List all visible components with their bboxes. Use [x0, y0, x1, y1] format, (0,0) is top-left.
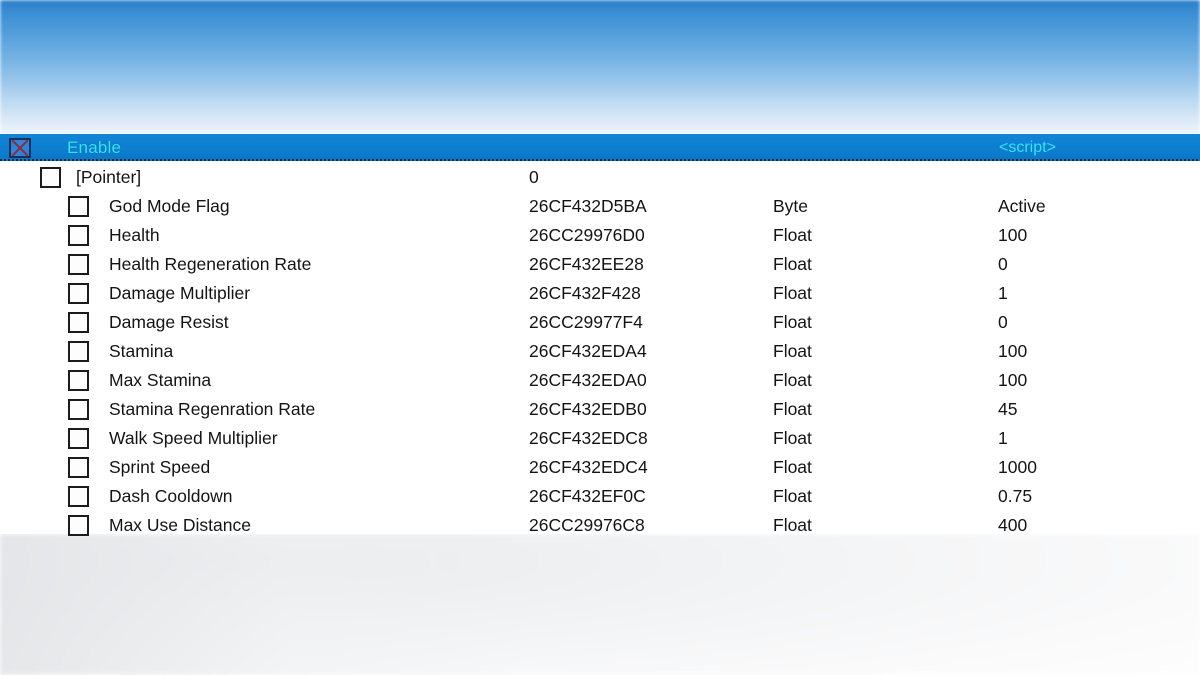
- row-type: Float: [773, 225, 812, 245]
- table-row[interactable]: Damage Resist 26CC29977F4 Float 0: [0, 308, 1200, 337]
- row-address: 26CC29976C8: [529, 515, 645, 535]
- row-value: 1000: [998, 457, 1037, 477]
- row-address: 26CF432EDA4: [529, 341, 647, 361]
- row-value: Active: [998, 196, 1046, 216]
- row-value: 45: [998, 399, 1018, 419]
- row-enable-checkbox[interactable]: [40, 167, 61, 188]
- row-type: Float: [773, 457, 812, 477]
- row-address: 26CF432EDA0: [529, 370, 647, 390]
- row-value: 0: [998, 254, 1008, 274]
- row-description: Walk Speed Multiplier: [109, 428, 278, 448]
- table-row[interactable]: Max Stamina 26CF432EDA0 Float 100: [0, 366, 1200, 395]
- row-type: Float: [773, 254, 812, 274]
- row-description: Max Stamina: [109, 370, 212, 390]
- table-row[interactable]: Health Regeneration Rate 26CF432EE28 Float…: [0, 250, 1200, 279]
- row-address: 26CF432EF0C: [529, 486, 646, 506]
- row-type: Float: [773, 370, 812, 390]
- column-header-script: <script>: [999, 139, 1056, 156]
- row-description: Max Use Distance: [109, 515, 251, 535]
- row-description: Health Regeneration Rate: [109, 254, 312, 274]
- row-type: Float: [773, 312, 812, 332]
- cheat-table-header-row: Enable <script>: [0, 134, 1200, 161]
- row-enable-checkbox[interactable]: [68, 341, 89, 362]
- row-enable-checkbox[interactable]: [68, 399, 89, 420]
- row-value: 1: [998, 428, 1008, 448]
- table-row[interactable]: Stamina Regenration Rate 26CF432EDB0 Float…: [0, 395, 1200, 424]
- desktop-backdrop-top: [0, 0, 1200, 134]
- table-row[interactable]: Sprint Speed 26CF432EDC4 Float 1000: [0, 453, 1200, 482]
- row-address: 26CF432D5BA: [529, 196, 647, 216]
- enable-all-checkbox[interactable]: [9, 137, 31, 158]
- row-description: Stamina Regenration Rate: [109, 399, 316, 419]
- row-value: 100: [998, 225, 1028, 245]
- row-enable-checkbox[interactable]: [68, 457, 89, 478]
- row-value: 400: [998, 515, 1028, 535]
- row-enable-checkbox[interactable]: [68, 486, 89, 507]
- row-type: Float: [773, 341, 812, 361]
- row-type: Float: [773, 283, 812, 303]
- row-description: God Mode Flag: [109, 196, 230, 216]
- row-enable-checkbox[interactable]: [68, 312, 89, 333]
- table-row[interactable]: Stamina 26CF432EDA4 Float 100: [0, 337, 1200, 366]
- row-description: [Pointer]: [76, 167, 142, 187]
- row-description: Health: [109, 225, 160, 245]
- table-row[interactable]: Dash Cooldown 26CF432EF0C Float 0.75: [0, 482, 1200, 511]
- row-value: 100: [998, 370, 1028, 390]
- row-type: Float: [773, 515, 812, 535]
- row-value: 100: [998, 341, 1028, 361]
- row-description: Damage Multiplier: [109, 283, 251, 303]
- row-enable-checkbox[interactable]: [68, 225, 89, 246]
- row-value: 1: [998, 283, 1008, 303]
- desktop-backdrop-bottom: [0, 534, 1200, 675]
- row-value: 0.75: [998, 486, 1033, 506]
- row-address: 26CF432F428: [529, 283, 641, 303]
- table-row[interactable]: Health 26CC29976D0 Float 100: [0, 221, 1200, 250]
- cheat-table-panel: Enable <script> [Pointer] 0 God Mode Flag 2…: [0, 134, 1200, 536]
- row-address: 26CF432EDC4: [529, 457, 648, 477]
- row-enable-checkbox[interactable]: [68, 196, 89, 217]
- row-address: 26CC29977F4: [529, 312, 643, 332]
- table-row[interactable]: Max Use Distance 26CC29976C8 Float 400: [0, 511, 1200, 540]
- table-row[interactable]: [Pointer] 0: [0, 163, 1200, 192]
- table-row[interactable]: Walk Speed Multiplier 26CF432EDC8 Float 1: [0, 424, 1200, 453]
- row-address: 26CF432EDC8: [529, 428, 648, 448]
- row-address: 26CF432EDB0: [529, 399, 647, 419]
- cheat-table-rows: [Pointer] 0 God Mode Flag 26CF432D5BA Byte Ac…: [0, 161, 1200, 540]
- column-header-enable: Enable: [67, 138, 122, 157]
- row-address: 0: [529, 167, 539, 187]
- row-enable-checkbox[interactable]: [68, 283, 89, 304]
- row-description: Sprint Speed: [109, 457, 211, 477]
- row-type: Float: [773, 428, 812, 448]
- row-type: Byte: [773, 196, 809, 216]
- row-type: Float: [773, 486, 812, 506]
- row-description: Damage Resist: [109, 312, 229, 332]
- row-value: 0: [998, 312, 1008, 332]
- row-description: Stamina: [109, 341, 174, 361]
- table-row[interactable]: Damage Multiplier 26CF432F428 Float 1: [0, 279, 1200, 308]
- row-enable-checkbox[interactable]: [68, 370, 89, 391]
- row-enable-checkbox[interactable]: [68, 254, 89, 275]
- row-description: Dash Cooldown: [109, 486, 233, 506]
- row-address: 26CC29976D0: [529, 225, 645, 245]
- table-row[interactable]: God Mode Flag 26CF432D5BA Byte Active: [0, 192, 1200, 221]
- row-enable-checkbox[interactable]: [68, 428, 89, 449]
- row-enable-checkbox[interactable]: [68, 515, 89, 536]
- row-type: Float: [773, 399, 812, 419]
- row-address: 26CF432EE28: [529, 254, 644, 274]
